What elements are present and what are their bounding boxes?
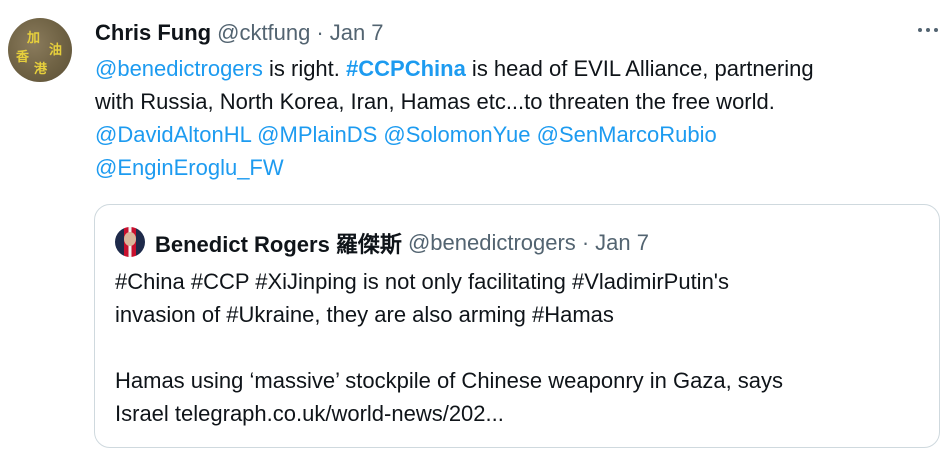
tweet-text-segment: is head of EVIL Alliance, partnering [465, 56, 814, 81]
tweet-date[interactable]: Jan 7 [330, 20, 384, 46]
author-name[interactable]: Chris Fung [95, 20, 211, 46]
more-horizontal-icon[interactable] [916, 22, 940, 38]
tweet-header: Chris Fung @cktfung · Jan 7 [95, 18, 384, 48]
separator-dot: · [316, 20, 324, 45]
avatar-glyph: 加 [27, 31, 41, 46]
separator-dot: · [581, 230, 590, 255]
more-dot [926, 28, 930, 32]
quoted-author-name[interactable]: Benedict Rogers 羅傑斯 [155, 227, 402, 259]
mention-link[interactable]: @MPlainDS [257, 122, 377, 147]
tweet-text-line: @benedictrogers is right. #CCPChina is h… [95, 52, 935, 85]
quoted-text-line: #China #CCP #XiJinping is not only facil… [115, 269, 730, 294]
tweet-text-line: @EnginEroglu_FW [95, 151, 935, 184]
hashtag-link[interactable]: #CCPChina [346, 56, 466, 81]
quoted-tweet[interactable]: Benedict Rogers 羅傑斯 @benedictrogers · Ja… [94, 204, 940, 448]
tweet-text-segment: is right. [262, 56, 347, 81]
author-handle[interactable]: @cktfung [217, 20, 310, 46]
tweet-text-line: with Russia, North Korea, Iran, Hamas et… [95, 89, 775, 114]
more-dot [918, 28, 922, 32]
tweet[interactable]: 加 油 香 港 Chris Fung @cktfung · Jan 7 @ben… [0, 0, 950, 456]
quoted-text-line: Israel telegraph.co.uk/world-news/202... [115, 401, 504, 426]
mention-link[interactable]: @DavidAltonHL [95, 122, 251, 147]
quoted-tweet-text: #China #CCP #XiJinping is not only facil… [115, 265, 925, 430]
mention-link[interactable]: @SenMarcoRubio [537, 122, 717, 147]
mention-link[interactable]: @SolomonYue [383, 122, 530, 147]
quoted-text-line: Hamas using ‘massive’ stockpile of Chine… [115, 368, 784, 393]
tweet-text: @benedictrogers is right. #CCPChina is h… [95, 52, 935, 184]
more-dot [934, 28, 938, 32]
quoted-author-avatar[interactable] [115, 227, 145, 257]
author-avatar[interactable]: 加 油 香 港 [8, 18, 72, 82]
avatar-glyph: 油 [49, 43, 63, 58]
mention-link[interactable]: @EnginEroglu_FW [95, 155, 284, 180]
tweet-text-line: @DavidAltonHL @MPlainDS @SolomonYue @Sen… [95, 118, 935, 151]
mention-link[interactable]: @benedictrogers [95, 56, 263, 81]
avatar-glyph: 香 [16, 50, 30, 65]
quoted-tweet-date[interactable]: Jan 7 [595, 230, 649, 256]
avatar-glyph: 港 [34, 62, 48, 77]
quoted-tweet-header: Benedict Rogers 羅傑斯 @benedictrogers · Ja… [155, 227, 649, 259]
quoted-text-line: invasion of #Ukraine, they are also armi… [115, 302, 614, 327]
quoted-author-handle[interactable]: @benedictrogers [408, 230, 576, 256]
